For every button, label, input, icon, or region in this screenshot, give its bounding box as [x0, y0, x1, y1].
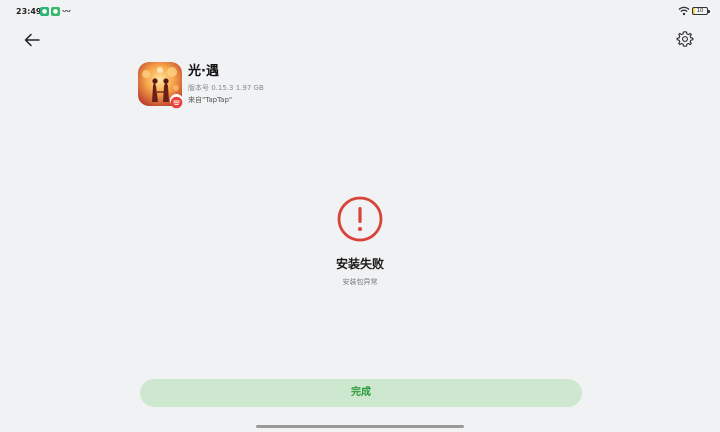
battery-icon: 10: [692, 7, 710, 15]
status-time: 23:49: [16, 7, 42, 16]
result-title: 安装失败: [335, 257, 384, 271]
back-button[interactable]: [22, 30, 42, 50]
result-subtitle: 安装包异常: [342, 278, 378, 286]
arrow-left-icon: [24, 33, 40, 47]
notification-app-icon: ●: [51, 7, 60, 16]
app-version: 版本号 0.15.3 1.97 GB: [188, 84, 264, 92]
app-source: 来自"TapTap": [188, 96, 233, 104]
netease-badge-icon: [170, 94, 183, 109]
app-name: 光·遇: [188, 64, 219, 79]
home-indicator[interactable]: [256, 425, 464, 428]
done-button[interactable]: 完成: [140, 379, 582, 407]
error-exclamation-icon: [337, 196, 383, 242]
gear-icon: [676, 31, 694, 47]
notification-app-icon: ●: [40, 7, 49, 16]
settings-button[interactable]: [676, 30, 694, 48]
notification-wave-icon: 〰: [62, 7, 71, 16]
status-bar: 23:49 ● ● 〰 10: [0, 0, 720, 24]
installer-screen: 23:49 ● ● 〰 10 光·遇 版本号 0.15.3 1.97 GB 来自…: [0, 0, 720, 432]
wifi-icon: [678, 6, 690, 16]
